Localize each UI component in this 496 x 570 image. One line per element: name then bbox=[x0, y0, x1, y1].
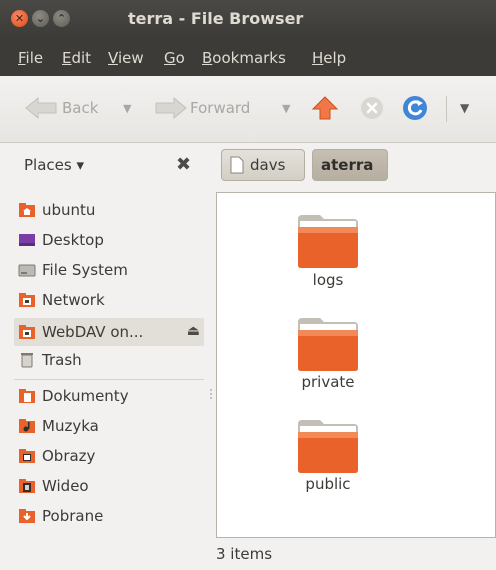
reload-button[interactable] bbox=[402, 96, 428, 120]
sidebar-item-label: Desktop bbox=[42, 231, 104, 249]
places-sidebar: ubuntu Desktop File System Network WebDA… bbox=[0, 188, 210, 570]
menu-file[interactable]: File bbox=[18, 49, 43, 67]
folder-item[interactable]: private bbox=[268, 316, 388, 416]
maximize-window-button[interactable]: ⌃ bbox=[53, 10, 70, 27]
close-window-button[interactable]: ✕ bbox=[11, 10, 28, 27]
status-item-count: 3 items bbox=[216, 545, 273, 563]
menu-edit[interactable]: Edit bbox=[62, 49, 91, 67]
sidebar-item-ubuntu[interactable]: ubuntu bbox=[14, 196, 204, 224]
crumb-label: davs bbox=[250, 156, 286, 174]
music-folder-icon bbox=[19, 419, 35, 433]
home-folder-icon bbox=[19, 203, 35, 217]
file-name: private bbox=[301, 373, 355, 391]
chevron-down-icon: ▼ bbox=[282, 101, 291, 115]
sidebar-header: Places ▾ ✖ bbox=[0, 142, 210, 188]
splitter-grip-icon bbox=[210, 389, 212, 399]
documents-folder-icon bbox=[19, 389, 35, 403]
folder-item[interactable]: public bbox=[268, 418, 388, 518]
network-icon bbox=[19, 293, 35, 307]
back-label: Back bbox=[62, 99, 99, 117]
eject-icon[interactable]: ⏏ bbox=[187, 323, 200, 339]
forward-label: Forward bbox=[190, 99, 251, 117]
close-icon: ✕ bbox=[14, 12, 25, 25]
crumb-davs[interactable]: davs bbox=[221, 149, 305, 181]
folder-icon bbox=[298, 420, 358, 473]
crumb-aterra[interactable]: aterra bbox=[312, 149, 388, 181]
sidebar-item-webdav[interactable]: WebDAV on... ⏏ bbox=[14, 318, 204, 346]
sidebar-item-label: Obrazy bbox=[42, 447, 96, 465]
toolbar: Back ▼ Forward ▼ ▼ bbox=[0, 76, 496, 143]
sidebar-item-dokumenty[interactable]: Dokumenty bbox=[14, 382, 204, 410]
menu-bar: File Edit View Go Bookmarks Help bbox=[0, 38, 496, 76]
sidebar-item-wideo[interactable]: Wideo bbox=[14, 472, 204, 500]
sidebar-separator bbox=[14, 379, 204, 380]
sidebar-item-label: WebDAV on... bbox=[42, 323, 144, 341]
forward-button[interactable]: Forward bbox=[154, 96, 250, 120]
reload-icon bbox=[403, 96, 427, 120]
file-icon-view: logs private public bbox=[216, 192, 496, 538]
crumb-label: aterra bbox=[321, 156, 374, 174]
file-name: logs bbox=[312, 271, 344, 289]
sidebar-item-label: ubuntu bbox=[42, 201, 96, 219]
sidebar-item-desktop[interactable]: Desktop bbox=[14, 226, 204, 254]
pane-splitter[interactable] bbox=[208, 188, 214, 570]
close-sidebar-icon[interactable]: ✖ bbox=[176, 154, 191, 175]
folder-item[interactable]: logs bbox=[268, 213, 388, 313]
minimize-icon: ⌄ bbox=[35, 12, 46, 25]
network-share-icon bbox=[19, 325, 35, 339]
sidebar-item-label: Pobrane bbox=[42, 507, 104, 525]
menu-go[interactable]: Go bbox=[164, 49, 185, 67]
menu-help[interactable]: Help bbox=[312, 49, 346, 67]
menu-bookmarks[interactable]: Bookmarks bbox=[202, 49, 286, 67]
videos-folder-icon bbox=[19, 479, 35, 493]
pictures-folder-icon bbox=[19, 449, 35, 463]
menu-view[interactable]: View bbox=[108, 49, 144, 67]
sidebar-item-file-system[interactable]: File System bbox=[14, 256, 204, 284]
chevron-down-icon: ▼ bbox=[460, 101, 470, 115]
up-button[interactable] bbox=[312, 96, 338, 120]
stop-icon bbox=[361, 97, 383, 119]
forward-history-dropdown[interactable]: ▼ bbox=[282, 96, 290, 120]
sidebar-item-label: Muzyka bbox=[42, 417, 99, 435]
folder-icon bbox=[298, 318, 358, 371]
downloads-folder-icon bbox=[19, 509, 35, 523]
sidebar-item-trash[interactable]: Trash bbox=[14, 346, 204, 374]
desktop-icon bbox=[19, 234, 35, 246]
back-arrow-icon bbox=[25, 97, 57, 119]
folder-icon bbox=[298, 215, 358, 268]
file-icon bbox=[230, 156, 244, 174]
sidebar-item-label: File System bbox=[42, 261, 128, 279]
forward-arrow-icon bbox=[155, 97, 187, 119]
back-history-dropdown[interactable]: ▼ bbox=[123, 96, 131, 120]
minimize-window-button[interactable]: ⌄ bbox=[32, 10, 49, 27]
path-bar: davs aterra bbox=[212, 142, 496, 188]
sidebar-item-label: Wideo bbox=[42, 477, 89, 495]
status-bar: 3 items bbox=[216, 538, 496, 570]
trash-icon bbox=[21, 353, 33, 368]
sidebar-item-pobrane[interactable]: Pobrane bbox=[14, 502, 204, 530]
up-arrow-icon bbox=[312, 96, 338, 120]
maximize-icon: ⌃ bbox=[56, 12, 67, 25]
sidebar-item-label: Trash bbox=[42, 351, 82, 369]
file-name: public bbox=[305, 475, 351, 493]
toolbar-overflow-button[interactable]: ▼ bbox=[460, 96, 469, 120]
sidebar-item-muzyka[interactable]: Muzyka bbox=[14, 412, 204, 440]
title-bar: ✕ ⌄ ⌃ terra - File Browser bbox=[0, 0, 496, 38]
places-dropdown[interactable]: Places ▾ bbox=[24, 156, 84, 174]
window-title: terra - File Browser bbox=[128, 9, 304, 28]
toolbar-separator bbox=[446, 96, 447, 122]
back-button[interactable]: Back bbox=[24, 96, 98, 120]
stop-button[interactable] bbox=[360, 96, 384, 120]
sidebar-item-label: Network bbox=[42, 291, 105, 309]
chevron-down-icon: ▼ bbox=[123, 101, 132, 115]
sidebar-item-network[interactable]: Network bbox=[14, 286, 204, 314]
sidebar-item-obrazy[interactable]: Obrazy bbox=[14, 442, 204, 470]
drive-icon bbox=[18, 264, 36, 277]
sidebar-item-label: Dokumenty bbox=[42, 387, 129, 405]
